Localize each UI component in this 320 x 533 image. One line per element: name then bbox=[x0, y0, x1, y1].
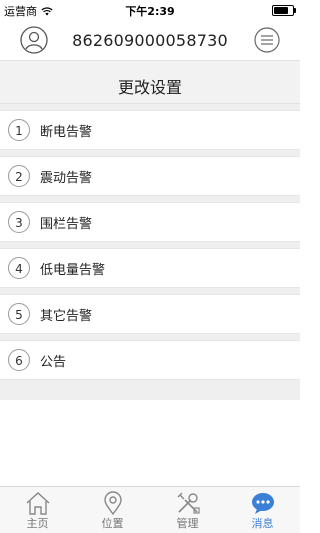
status-bar: 运营商 下午2:39 bbox=[0, 0, 300, 20]
tab-manage[interactable]: 管理 bbox=[150, 487, 225, 533]
settings-item-label: 断电告警 bbox=[40, 125, 93, 140]
device-id: 862609000058730 bbox=[72, 31, 228, 50]
settings-item-label: 公告 bbox=[40, 355, 67, 370]
settings-item-label: 震动告警 bbox=[40, 171, 93, 186]
list-menu-icon[interactable] bbox=[254, 27, 280, 53]
location-pin-icon bbox=[103, 491, 122, 516]
tab-location[interactable]: 位置 bbox=[75, 487, 150, 533]
tab-label: 位置 bbox=[101, 517, 124, 530]
item-number-badge: 2 bbox=[8, 165, 30, 187]
message-bubble-icon bbox=[251, 493, 274, 514]
item-number-badge: 1 bbox=[8, 119, 30, 141]
tab-label: 主页 bbox=[26, 517, 49, 530]
battery-icon bbox=[272, 5, 296, 16]
battery-fill bbox=[274, 7, 289, 14]
settings-item-label: 围栏告警 bbox=[40, 217, 93, 232]
empty-area bbox=[0, 400, 300, 486]
home-icon bbox=[26, 492, 49, 515]
tools-icon bbox=[177, 492, 200, 514]
title-bar: 更改设置 bbox=[0, 60, 300, 104]
status-time: 下午2:39 bbox=[125, 5, 175, 18]
settings-item[interactable]: 5 其它告警 bbox=[0, 294, 300, 334]
item-number-badge: 5 bbox=[8, 303, 30, 325]
settings-list: 1 断电告警 2 震动告警 3 围栏告警 4 低电量告警 5 其它告警 6 公告 bbox=[0, 110, 300, 386]
tab-home[interactable]: 主页 bbox=[0, 487, 75, 533]
settings-item[interactable]: 6 公告 bbox=[0, 340, 300, 380]
user-avatar-icon[interactable] bbox=[20, 26, 48, 54]
tab-label: 消息 bbox=[251, 517, 274, 530]
settings-item[interactable]: 1 断电告警 bbox=[0, 110, 300, 150]
item-number-badge: 3 bbox=[8, 211, 30, 233]
settings-item[interactable]: 2 震动告警 bbox=[0, 156, 300, 196]
item-number-badge: 4 bbox=[8, 257, 30, 279]
bottom-tab-bar: 主页 位置 管理 消息 bbox=[0, 486, 300, 533]
page-title: 更改设置 bbox=[117, 78, 182, 97]
settings-item-label: 其它告警 bbox=[40, 309, 93, 324]
tab-messages[interactable]: 消息 bbox=[225, 487, 300, 533]
settings-item[interactable]: 3 围栏告警 bbox=[0, 202, 300, 242]
tab-label: 管理 bbox=[176, 517, 199, 530]
item-number-badge: 6 bbox=[8, 349, 30, 371]
settings-item[interactable]: 4 低电量告警 bbox=[0, 248, 300, 288]
settings-item-label: 低电量告警 bbox=[40, 263, 106, 278]
header: 862609000058730 bbox=[0, 20, 300, 60]
